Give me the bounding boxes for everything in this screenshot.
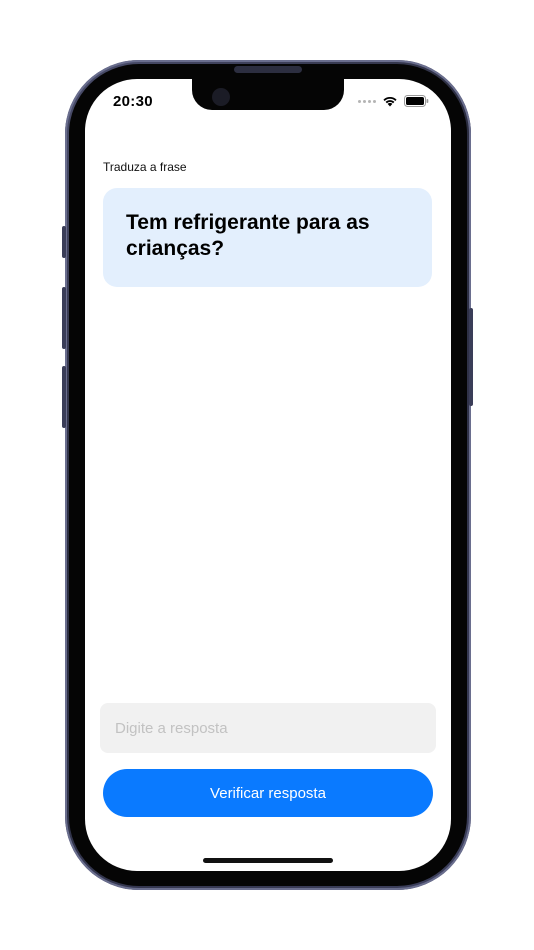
volume-down-button [62, 366, 66, 428]
app-stage: 20:30 Traduza a frase Tem refrigerante p… [0, 0, 534, 950]
instruction-label: Traduza a frase [103, 160, 187, 174]
volume-up-button [62, 287, 66, 349]
answer-input[interactable] [100, 703, 436, 753]
signal-dots-icon [358, 99, 376, 103]
phrase-text: Tem refrigerante para as crianças? [126, 211, 370, 260]
phrase-card: Tem refrigerante para as crianças? [103, 188, 432, 287]
check-answer-button[interactable]: Verificar resposta [103, 769, 433, 817]
front-camera [212, 88, 230, 106]
wifi-icon [383, 96, 397, 107]
power-button [469, 308, 473, 406]
status-time: 20:30 [113, 93, 153, 110]
earpiece-speaker [234, 66, 302, 73]
home-indicator[interactable] [203, 858, 333, 863]
battery-icon [404, 95, 429, 107]
status-icons [358, 95, 429, 107]
device-screen: 20:30 Traduza a frase Tem refrigerante p… [85, 79, 451, 871]
silent-switch [62, 226, 66, 258]
